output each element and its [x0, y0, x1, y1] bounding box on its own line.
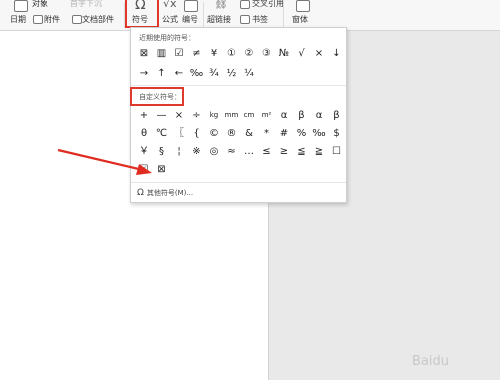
- red-arrow-annotation: [57, 148, 152, 175]
- arrow-shaft: [57, 148, 144, 172]
- arrow-head: [136, 164, 152, 175]
